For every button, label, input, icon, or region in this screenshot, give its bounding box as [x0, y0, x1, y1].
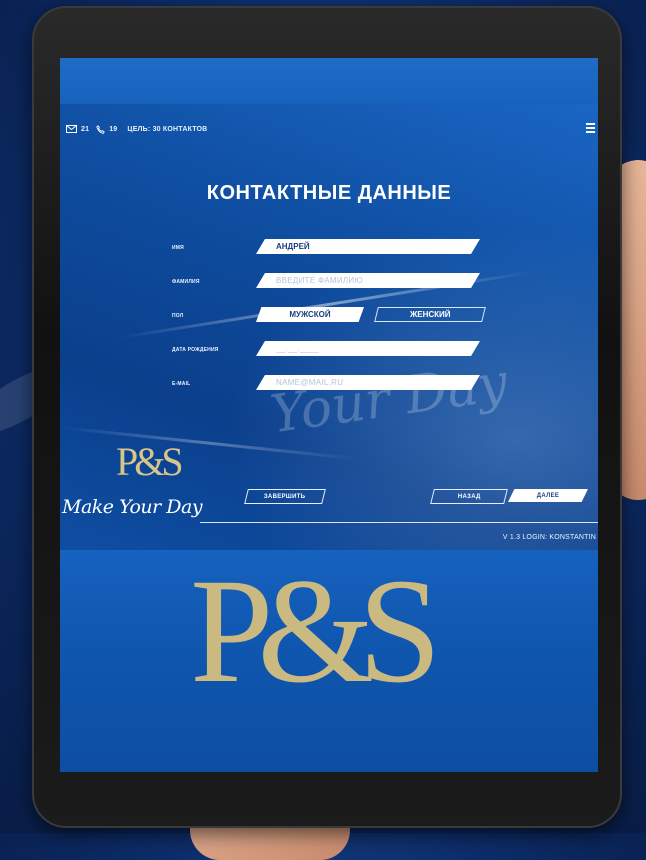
hamburger-menu-icon[interactable] — [586, 123, 595, 133]
finish-button-label: ЗАВЕРШИТЬ — [264, 493, 306, 500]
birthdate-label: ДАТА РОЖДЕНИЯ — [172, 347, 219, 353]
messages-count: 21 — [81, 125, 90, 133]
page-title: КОНТАКТНЫЕ ДАННЫЕ — [206, 182, 452, 204]
gender-female-option[interactable]: ЖЕНСКИЙ — [374, 307, 486, 322]
surname-label: ФАМИЛИЯ — [172, 279, 200, 285]
gender-female-label: ЖЕНСКИЙ — [409, 310, 451, 319]
divider — [200, 522, 598, 523]
tagline: Make Your Day — [62, 496, 203, 518]
surname-field[interactable]: ВВЕДИТЕ ФАМИЛИЮ — [256, 273, 480, 288]
name-label: ИМЯ — [172, 245, 184, 251]
status-bar: 21 19 ЦЕЛЬ: 30 КОНТАКТОВ — [66, 122, 207, 136]
back-button-label: НАЗАД — [457, 493, 481, 500]
name-field[interactable]: АНДРЕЙ — [256, 239, 480, 254]
next-button[interactable]: ДАЛЕЕ — [508, 489, 588, 502]
phone-icon — [96, 124, 106, 134]
screen-top-strip — [60, 58, 598, 104]
email-label: E-MAIL — [172, 381, 191, 387]
watermark-your-day: Your Day — [266, 352, 512, 446]
version-login: V 1.3 LOGIN: KONSTANTIN — [502, 534, 596, 541]
large-ps-logo: P&S — [190, 548, 441, 714]
birthdate-field[interactable]: __.__.____ — [256, 341, 480, 356]
app-contact-form: Your Day 21 19 ЦЕЛЬ: 30 КОНТАКТОВ КОНТАК… — [60, 104, 598, 550]
envelope-icon — [66, 125, 77, 133]
goal-text: ЦЕЛЬ: 30 КОНТАКТОВ — [127, 125, 208, 133]
gender-label: ПОЛ — [172, 313, 184, 319]
next-button-label: ДАЛЕЕ — [536, 492, 560, 499]
gender-male-option[interactable]: МУЖСКОЙ — [256, 307, 364, 322]
gender-male-label: МУЖСКОЙ — [289, 310, 331, 319]
back-button[interactable]: НАЗАД — [430, 489, 508, 504]
calls-count: 19 — [109, 125, 118, 133]
email-field[interactable]: NAME@MAIL.RU — [256, 375, 480, 390]
finish-button[interactable]: ЗАВЕРШИТЬ — [244, 489, 326, 504]
